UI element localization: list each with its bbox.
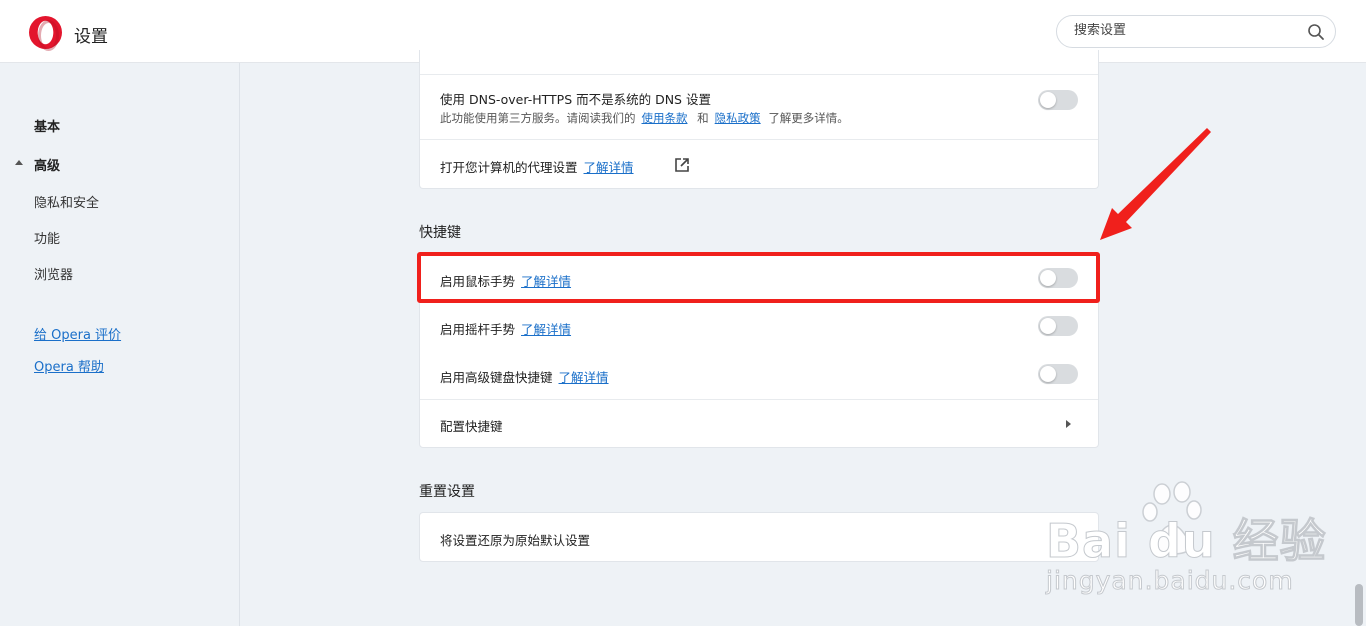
toggle-knob — [1040, 318, 1056, 334]
privacy-card: 使用 DNS-over-HTTPS 而不是系统的 DNS 设置 此功能使用第三方… — [419, 50, 1099, 189]
sidebar-item-features[interactable]: 功能 — [34, 228, 60, 247]
chevron-right-icon[interactable] — [1066, 420, 1071, 428]
mouse-gestures-learn-more-link[interactable]: 了解详情 — [521, 274, 571, 289]
sidebar-item-privacy[interactable]: 隐私和安全 — [34, 192, 99, 211]
sidebar-item-browser[interactable]: 浏览器 — [34, 264, 73, 283]
dns-row: 使用 DNS-over-HTTPS 而不是系统的 DNS 设置 此功能使用第三方… — [420, 74, 1098, 139]
reset-section-title: 重置设置 — [419, 484, 475, 500]
scrollbar-thumb[interactable] — [1355, 584, 1363, 626]
keyboard-shortcuts-learn-more-link[interactable]: 了解详情 — [559, 370, 609, 385]
toggle-knob — [1040, 270, 1056, 286]
external-link-icon[interactable] — [674, 157, 690, 173]
keyboard-shortcuts-toggle[interactable] — [1038, 364, 1078, 384]
reset-card: 将设置还原为原始默认设置 — [419, 512, 1099, 562]
proxy-label: 打开您计算机的代理设置 了解详情 — [440, 160, 634, 175]
rate-opera-link[interactable]: 给 Opera 评价 — [34, 324, 121, 343]
sidebar-item-advanced[interactable]: 高级 — [34, 155, 60, 174]
sidebar-item-basic[interactable]: 基本 — [34, 116, 60, 135]
page-title: 设置 — [74, 27, 108, 47]
rocker-gestures-row: 启用摇杆手势 了解详情 — [420, 302, 1098, 350]
configure-shortcuts-label: 配置快捷键 — [440, 419, 503, 434]
caret-up-icon[interactable] — [15, 160, 23, 165]
watermark-brand: Bai du 经验 — [1046, 514, 1327, 569]
rocker-gestures-label: 启用摇杆手势 了解详情 — [440, 322, 572, 337]
rocker-gestures-learn-more-link[interactable]: 了解详情 — [521, 322, 571, 337]
dns-title: 使用 DNS-over-HTTPS 而不是系统的 DNS 设置 — [440, 92, 711, 107]
watermark-url: jingyan.baidu.com — [1046, 566, 1294, 596]
rocker-gestures-toggle[interactable] — [1038, 316, 1078, 336]
terms-link[interactable]: 使用条款 — [642, 111, 688, 125]
dns-subtext: 此功能使用第三方服务。请阅读我们的 使用条款 和隐私政策 了解更多详情。 — [440, 111, 849, 125]
restore-defaults-label: 将设置还原为原始默认设置 — [440, 533, 591, 548]
shortcuts-section-title: 快捷键 — [419, 225, 461, 241]
dns-toggle[interactable] — [1038, 90, 1078, 110]
search-input[interactable] — [1074, 23, 1294, 38]
keyboard-shortcuts-label: 启用高级键盘快捷键 了解详情 — [440, 370, 609, 385]
restore-defaults-row[interactable]: 将设置还原为原始默认设置 — [420, 513, 1098, 561]
opera-logo-icon — [29, 16, 62, 51]
mouse-gestures-row: 启用鼠标手势 了解详情 — [420, 254, 1098, 302]
opera-help-link[interactable]: Opera 帮助 — [34, 356, 104, 375]
keyboard-shortcuts-row: 启用高级键盘快捷键 了解详情 — [420, 350, 1098, 398]
sidebar: 基本 高级 隐私和安全 功能 浏览器 给 Opera 评价 Opera 帮助 — [0, 63, 240, 626]
toggle-knob — [1040, 366, 1056, 382]
mouse-gestures-toggle[interactable] — [1038, 268, 1078, 288]
mouse-gestures-label: 启用鼠标手势 了解详情 — [440, 274, 572, 289]
privacy-policy-link[interactable]: 隐私政策 — [715, 111, 761, 125]
shortcuts-card: 启用鼠标手势 了解详情 启用摇杆手势 了解详情 启用高级键盘快捷键 了解详情 配置快捷… — [419, 253, 1099, 448]
search-icon[interactable] — [1307, 23, 1325, 41]
configure-shortcuts-row[interactable]: 配置快捷键 — [420, 399, 1098, 447]
search-box[interactable] — [1056, 15, 1336, 48]
proxy-learn-more-link[interactable]: 了解详情 — [584, 160, 634, 175]
proxy-row[interactable]: 打开您计算机的代理设置 了解详情 — [420, 139, 1098, 189]
annotation-arrow-icon — [1100, 128, 1211, 240]
toggle-knob — [1040, 92, 1056, 108]
